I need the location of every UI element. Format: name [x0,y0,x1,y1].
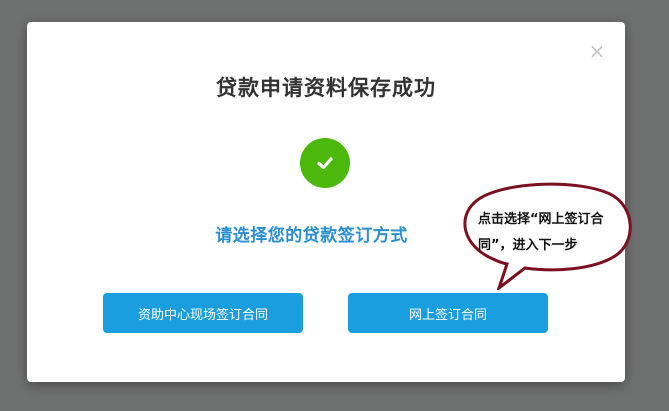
onsite-sign-contract-button[interactable]: 资助中心现场签订合同 [103,293,303,333]
dialog-title: 贷款申请资料保存成功 [216,76,436,100]
callout-text: 点击选择“网上签订合同”，进入下一步 [478,212,604,253]
close-icon[interactable]: × [588,41,606,61]
online-sign-contract-button[interactable]: 网上签订合同 [348,293,548,333]
success-dialog: × 贷款申请资料保存成功 请选择您的贷款签订方式 资助中心现场签订合同 网上签订… [27,22,625,382]
check-circle-icon [300,138,350,188]
check-mark-icon [317,157,333,170]
